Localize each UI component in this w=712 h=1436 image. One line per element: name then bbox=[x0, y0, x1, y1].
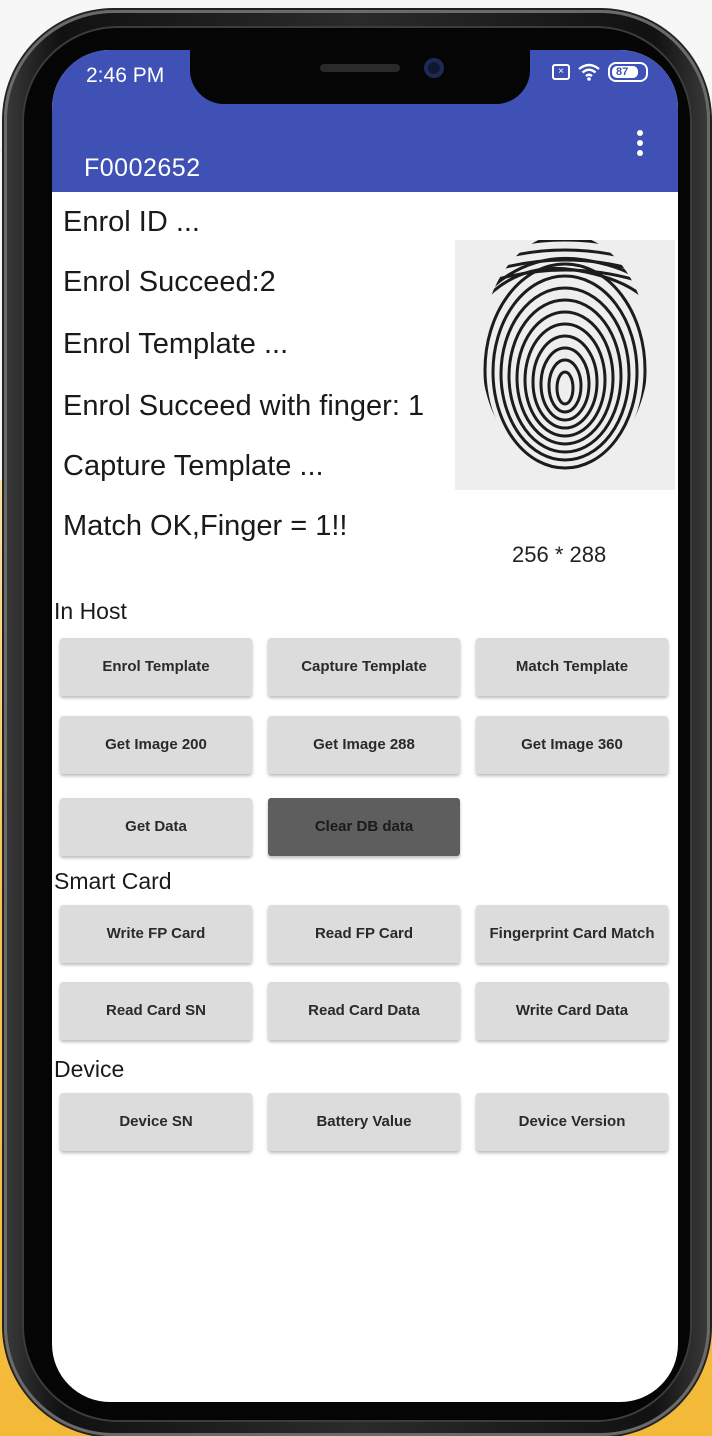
get-data-button[interactable]: Get Data bbox=[60, 798, 252, 856]
log-line: Capture Template ... bbox=[63, 450, 324, 482]
capture-template-button[interactable]: Capture Template bbox=[268, 638, 460, 696]
phone-screen: 2:46 PM × 87 F0002652 Enrol ID ... Enrol… bbox=[52, 50, 678, 1402]
log-line: Match OK,Finger = 1!! bbox=[63, 510, 348, 542]
overflow-menu-icon[interactable] bbox=[634, 130, 646, 160]
read-card-sn-button[interactable]: Read Card SN bbox=[60, 982, 252, 1040]
battery-value-button[interactable]: Battery Value bbox=[268, 1093, 460, 1151]
write-fp-card-button[interactable]: Write FP Card bbox=[60, 905, 252, 963]
section-label-smart-card: Smart Card bbox=[54, 868, 172, 894]
log-line: Enrol Template ... bbox=[63, 328, 289, 360]
image-size-label: 256 * 288 bbox=[512, 542, 607, 567]
get-image-360-button[interactable]: Get Image 360 bbox=[476, 716, 668, 774]
fingerprint-card-match-button[interactable]: Fingerprint Card Match bbox=[476, 905, 668, 963]
status-time: 2:46 PM bbox=[86, 64, 165, 87]
read-card-data-button[interactable]: Read Card Data bbox=[268, 982, 460, 1040]
section-label-device: Device bbox=[54, 1056, 125, 1082]
get-image-200-button[interactable]: Get Image 200 bbox=[60, 716, 252, 774]
enrol-template-button[interactable]: Enrol Template bbox=[60, 638, 252, 696]
sim-icon: × bbox=[552, 64, 570, 80]
speaker-grille bbox=[320, 64, 400, 72]
wifi-icon bbox=[578, 63, 600, 81]
match-template-button[interactable]: Match Template bbox=[476, 638, 668, 696]
clear-db-data-button[interactable]: Clear DB data bbox=[268, 798, 460, 856]
camera-notch bbox=[190, 50, 530, 104]
fingerprint-image bbox=[455, 238, 675, 490]
status-icons: × 87 bbox=[552, 62, 648, 82]
write-card-data-button[interactable]: Write Card Data bbox=[476, 982, 668, 1040]
device-version-button[interactable]: Device Version bbox=[476, 1093, 668, 1151]
app-title: F0002652 bbox=[84, 154, 201, 182]
log-line: Enrol Succeed:2 bbox=[63, 266, 276, 298]
get-image-288-button[interactable]: Get Image 288 bbox=[268, 716, 460, 774]
battery-level: 87 bbox=[616, 66, 629, 78]
read-fp-card-button[interactable]: Read FP Card bbox=[268, 905, 460, 963]
section-label-in-host: In Host bbox=[54, 598, 127, 624]
log-line: Enrol Succeed with finger: 1 bbox=[63, 390, 425, 422]
front-camera bbox=[424, 58, 444, 78]
log-line: Enrol ID ... bbox=[63, 206, 200, 238]
device-sn-button[interactable]: Device SN bbox=[60, 1093, 252, 1151]
battery-icon: 87 bbox=[608, 62, 648, 82]
